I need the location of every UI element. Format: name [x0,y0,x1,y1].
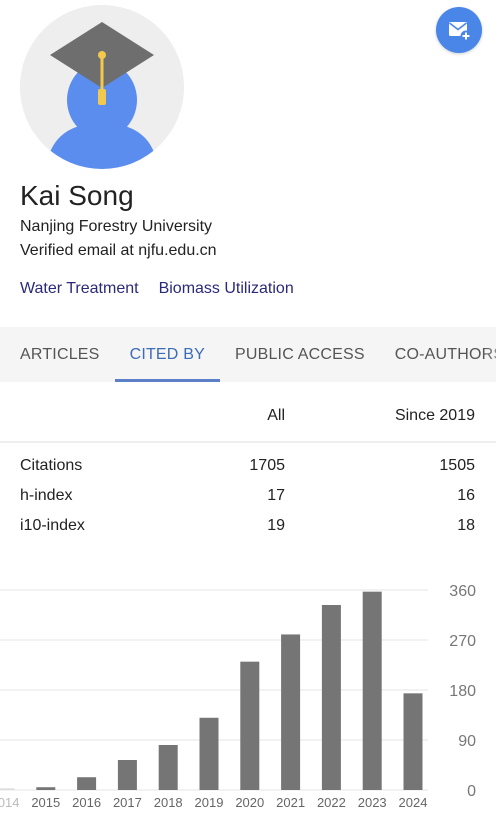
stats-header-all: All [267,406,285,424]
follow-button[interactable] [436,7,482,53]
tab-cited-by[interactable]: CITED BY [114,327,221,382]
y-tick-label: 360 [449,583,476,600]
tab-public-access[interactable]: PUBLIC ACCESS [220,327,380,382]
mail-plus-icon [449,22,472,42]
x-tick-label: 2022 [317,795,346,810]
bar-2015[interactable] [36,787,56,790]
bar-2014[interactable] [0,788,15,790]
x-tick-label: 2024 [399,795,428,810]
stats-header-row: All Since 2019 [0,390,496,443]
interest-link[interactable]: Water Treatment [20,280,139,298]
profile-tabs: ARTICLES CITED BY PUBLIC ACCESS CO-AUTHO… [0,327,496,382]
y-tick-label: 270 [449,633,476,650]
x-tick-label: 2015 [31,795,60,810]
tab-co-authors[interactable]: CO-AUTHORS [380,327,496,382]
x-tick-label: 2017 [113,795,142,810]
stats-since: 18 [457,517,475,534]
table-row: i10-index 19 18 [0,511,500,541]
stats-since: 16 [457,487,475,504]
stats-label: i10-index [20,517,85,534]
stats-label: Citations [20,457,83,474]
bar-2017[interactable] [117,760,137,790]
stats-since: 1505 [439,457,475,474]
profile-affiliation[interactable]: Nanjing Forestry University [20,218,212,236]
bar-2023[interactable] [362,591,382,790]
x-tick-label: 2016 [72,795,101,810]
stats-all: 19 [267,517,285,534]
x-tick-label: 2019 [195,795,224,810]
y-tick-label: 180 [449,683,476,700]
y-tick-label: 90 [458,733,476,750]
x-tick-label: 2023 [358,795,387,810]
x-tick-label: 2014 [0,795,19,810]
citation-stats-table: All Since 2019 Citations 1705 1505 h-ind… [0,390,500,541]
avatar [20,5,184,169]
profile-name: Kai Song [20,180,134,211]
x-tick-label: 2020 [235,795,264,810]
bar-2022[interactable] [321,605,341,790]
stats-all: 1705 [249,457,285,474]
research-interests: Water Treatment Biomass Utilization [20,280,294,298]
y-tick-label: 0 [467,783,476,800]
scholar-avatar-icon [20,5,184,169]
stats-label: h-index [20,487,73,504]
bar-2021[interactable] [281,634,301,790]
stats-all: 17 [267,487,285,504]
bar-2018[interactable] [158,745,178,790]
interest-link[interactable]: Biomass Utilization [159,280,294,298]
bar-2016[interactable] [77,777,97,790]
x-tick-label: 2018 [154,795,183,810]
stats-header-since: Since 2019 [394,406,475,424]
tab-articles[interactable]: ARTICLES [0,327,115,382]
x-tick-label: 2021 [276,795,305,810]
bar-2020[interactable] [240,661,260,790]
citations-per-year-chart: 0 90 180 270 360 2014 2015 2016 2017 2018 2019 2020… [0,583,476,810]
table-row: h-index 17 16 [0,481,500,511]
profile-email-status: Verified email at njfu.edu.cn [20,242,217,259]
bar-2019[interactable] [199,717,219,790]
table-row: Citations 1705 1505 [0,451,500,481]
bar-2024[interactable] [403,693,423,790]
